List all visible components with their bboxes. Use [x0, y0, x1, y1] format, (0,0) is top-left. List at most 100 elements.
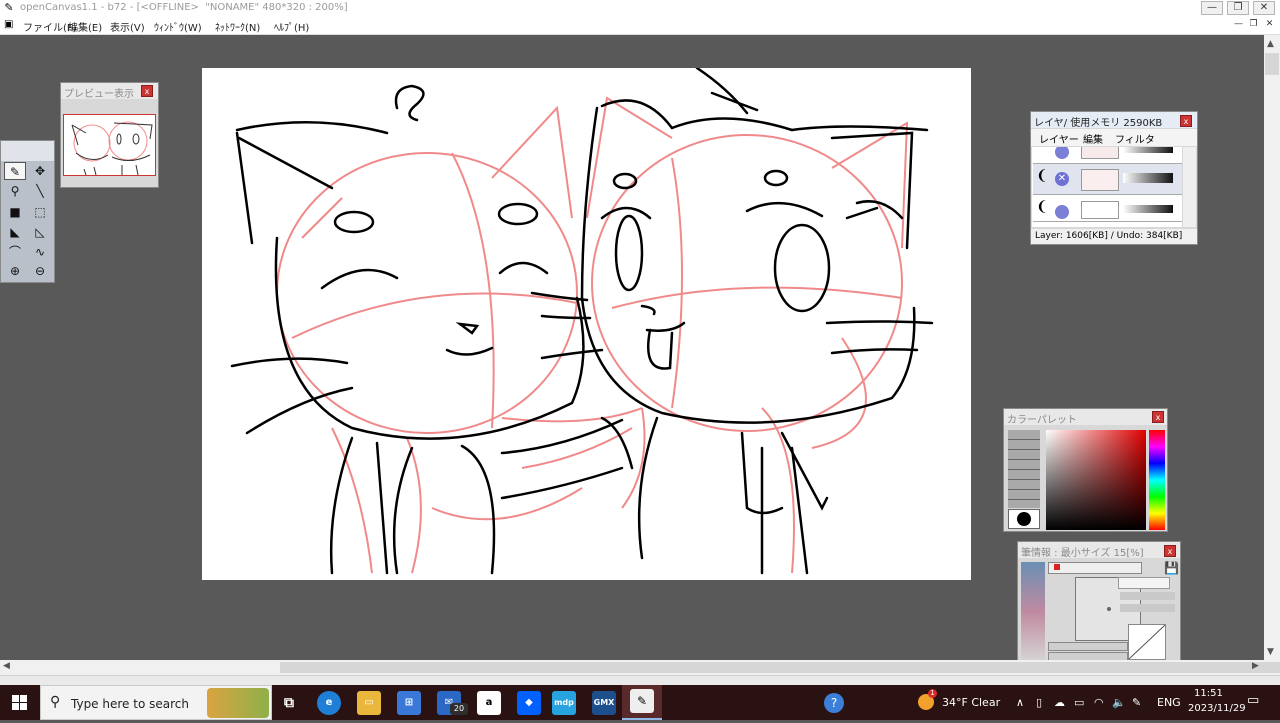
scroll-up-icon[interactable]: ▲: [1267, 39, 1274, 49]
language-indicator[interactable]: ENG: [1157, 696, 1181, 709]
horizontal-scroll-thumb[interactable]: [280, 662, 1280, 673]
layer-memory-status: Layer: 1606[KB] / Undo: 384[KB]: [1035, 231, 1183, 241]
brush-size-slider[interactable]: [1048, 562, 1142, 574]
opencanvas-taskbar-button[interactable]: ✎: [622, 685, 662, 720]
scroll-right-icon[interactable]: ▶: [1252, 661, 1259, 671]
mdi-close-button[interactable]: ✕: [1263, 19, 1276, 31]
preview-close-button[interactable]: x: [141, 85, 153, 97]
taskbar-search-box[interactable]: ⚲ Type here to search: [40, 685, 272, 720]
layer-close-button[interactable]: x: [1180, 115, 1192, 127]
layer-menu-edit[interactable]: 編集: [1083, 131, 1103, 146]
amazon-icon[interactable]: a: [477, 691, 501, 715]
move-tool-icon[interactable]: ✥: [29, 162, 51, 180]
layer-menu-filter[interactable]: フィルタ: [1115, 131, 1155, 146]
bezier-tool-icon[interactable]: ∿: [29, 243, 51, 261]
color-palette-panel: カラーパレット x: [1003, 408, 1168, 532]
app-icon[interactable]: ✎: [2, 1, 16, 15]
save-icon[interactable]: 💾: [1164, 561, 1179, 575]
palette-title: カラーパレット: [1007, 415, 1077, 426]
menu-view[interactable]: 表示(V): [110, 19, 145, 34]
layer-row[interactable]: ❨: [1033, 195, 1182, 222]
clock-time[interactable]: 11:51: [1194, 688, 1223, 699]
weather-text[interactable]: 34°F Clear: [942, 696, 1000, 709]
preview-sketch: [71, 121, 153, 176]
task-view-icon[interactable]: ⧉: [277, 691, 301, 715]
pressure-curve-graph: [1128, 624, 1166, 660]
horizontal-scrollbar[interactable]: ◀ ▶: [0, 660, 1280, 675]
preview-thumbnail[interactable]: [63, 114, 156, 176]
close-button[interactable]: ✕: [1253, 1, 1275, 15]
brush-option-toggle[interactable]: [1118, 577, 1170, 589]
layer-visibility-icon[interactable]: [1055, 147, 1069, 159]
store-icon[interactable]: ⊞: [397, 691, 421, 715]
vertical-scrollbar[interactable]: ▲ ▼: [1264, 35, 1280, 675]
mdi-restore-button[interactable]: ❐: [1247, 19, 1260, 31]
menu-window[interactable]: ｳｨﾝﾄﾞｳ(W): [154, 19, 202, 34]
brush-type-icons[interactable]: [1021, 562, 1045, 662]
curve-tool-icon[interactable]: ⌒: [4, 243, 26, 261]
battery-icon[interactable]: ▭: [1074, 696, 1084, 709]
current-color-preview[interactable]: [1008, 509, 1040, 529]
wifi-icon[interactable]: ◠: [1094, 696, 1104, 709]
layer-visibility-icon[interactable]: ✕: [1055, 172, 1069, 186]
mdp-icon[interactable]: mdp: [552, 691, 576, 715]
cloud-icon[interactable]: ☁: [1054, 696, 1065, 709]
color-swatches[interactable]: [1008, 430, 1040, 508]
menu-help[interactable]: ﾍﾙﾌﾟ(H): [274, 19, 309, 34]
zoom-out-icon[interactable]: ⊖: [29, 262, 51, 280]
dropbox-icon[interactable]: ◆: [517, 691, 541, 715]
zoom-in-icon[interactable]: ⊕: [4, 262, 26, 280]
palette-close-button[interactable]: x: [1152, 411, 1164, 423]
pressure-curve[interactable]: [1128, 624, 1166, 660]
brush-density-slider[interactable]: [1048, 642, 1128, 651]
layer-opacity-bar[interactable]: [1123, 147, 1173, 153]
pen-tool-icon[interactable]: ✎: [4, 162, 26, 180]
preview-panel: プレビュー表示 x: [60, 82, 159, 188]
select-rect-tool-icon[interactable]: ⬚: [29, 203, 51, 221]
volume-icon[interactable]: 🔈: [1112, 696, 1126, 709]
vertical-scroll-thumb[interactable]: [1265, 53, 1279, 75]
red-construction-lines: [276, 96, 909, 574]
edge-icon[interactable]: e: [317, 691, 341, 715]
layer-menu: レイヤー 編集 フィルタ: [1031, 129, 1197, 146]
scroll-left-icon[interactable]: ◀: [3, 661, 10, 671]
brush-close-button[interactable]: x: [1164, 545, 1176, 557]
fill-rect-tool-icon[interactable]: ■: [4, 203, 26, 221]
pen-icon[interactable]: ✎: [1132, 696, 1141, 709]
search-highlight-image[interactable]: [207, 688, 269, 718]
device-icon[interactable]: ▯: [1036, 696, 1042, 709]
brush-size-marker: [1054, 564, 1060, 570]
notifications-icon[interactable]: ▭: [1247, 693, 1259, 708]
layer-row-selected[interactable]: ❨ ✕: [1033, 164, 1182, 195]
file-explorer-icon[interactable]: ▭: [357, 691, 381, 715]
layer-opacity-bar[interactable]: [1123, 173, 1173, 183]
eyedropper-tool-icon[interactable]: ⚲: [4, 182, 26, 200]
lasso-tool-icon[interactable]: ◺: [29, 223, 51, 241]
brush-option-slider[interactable]: [1120, 592, 1175, 600]
layer-opacity-bar[interactable]: [1123, 205, 1173, 213]
gmx-icon[interactable]: GMX: [592, 691, 616, 715]
menu-network[interactable]: ﾈｯﾄﾜｰｸ(N): [215, 19, 260, 34]
restore-button[interactable]: ❐: [1227, 1, 1249, 15]
layer-scrollbar[interactable]: [1183, 147, 1196, 227]
scroll-down-icon[interactable]: ▼: [1267, 647, 1274, 657]
menu-edit[interactable]: 編集(E): [68, 19, 102, 34]
layer-brush-icon: ❨: [1036, 199, 1048, 215]
mdi-minimize-button[interactable]: —: [1232, 19, 1245, 31]
layer-menu-layer[interactable]: レイヤー: [1039, 131, 1079, 146]
fill-poly-tool-icon[interactable]: ◣: [4, 223, 26, 241]
brush-option-slider[interactable]: [1120, 604, 1175, 612]
clock-date[interactable]: 2023/11/29: [1188, 703, 1246, 714]
minimize-button[interactable]: —: [1201, 1, 1223, 15]
layer-visibility-icon[interactable]: [1055, 205, 1069, 219]
toolbox: ✎ ✥ ⚲ ╲ ■ ⬚ ◣ ◺ ⌒ ∿ ⊕ ⊖: [0, 140, 55, 283]
saturation-value-picker[interactable]: [1046, 430, 1146, 530]
layer-row[interactable]: [1033, 147, 1182, 164]
hue-slider[interactable]: [1149, 430, 1165, 530]
line-tool-icon[interactable]: ╲: [29, 182, 51, 200]
start-button[interactable]: [0, 685, 40, 720]
document-icon[interactable]: ▣: [4, 19, 18, 31]
show-hidden-icons-icon[interactable]: ∧: [1016, 696, 1024, 709]
help-icon[interactable]: ?: [824, 693, 844, 713]
drawing-canvas[interactable]: [202, 66, 971, 580]
